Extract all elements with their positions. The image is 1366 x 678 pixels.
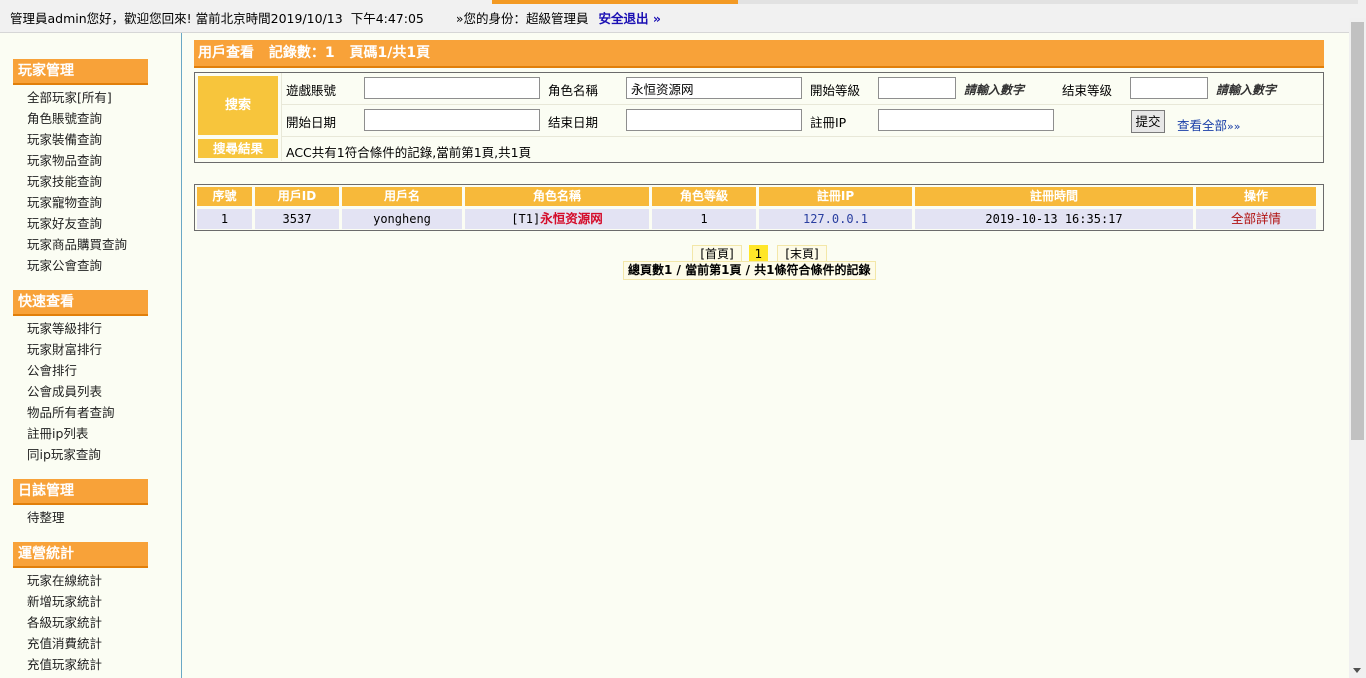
- top-bar: 管理員admin您好，歡迎您回來! 當前北京時間2019/10/13 下午4:4…: [0, 0, 1366, 33]
- view-all-label: 查看全部: [1177, 118, 1228, 133]
- sidebar-item-pet-query[interactable]: 玩家寵物查詢: [27, 192, 127, 213]
- top-accent-strip: [492, 0, 738, 4]
- sidebar-item-guild-members[interactable]: 公會成員列表: [27, 381, 115, 402]
- sidebar-item-wealth-ranking[interactable]: 玩家財富排行: [27, 339, 115, 360]
- sidebar-item-item-owner-query[interactable]: 物品所有者查詢: [27, 402, 115, 423]
- start-date-label: 開始日期: [286, 115, 337, 130]
- scrollbar-thumb[interactable]: [1351, 22, 1364, 440]
- menu-header-quick-view[interactable]: 快速查看: [13, 290, 148, 316]
- cell-action: 全部詳情: [1196, 209, 1316, 229]
- menu-group-quick-view: 玩家等級排行 玩家財富排行 公會排行 公會成員列表 物品所有者查詢 註冊ip列表…: [27, 318, 115, 465]
- pagination-summary: 總頁數1 / 當前第1頁 / 共1條符合條件的記錄: [623, 261, 876, 280]
- cell-user-id: 3537: [255, 209, 339, 229]
- end-date-label: 结束日期: [548, 115, 599, 130]
- users-table: 序號 用戶ID 用戶名 角色名稱 角色等級 註冊IP 註冊時間 操作 1 353…: [194, 184, 1324, 231]
- menu-header-log-management[interactable]: 日誌管理: [13, 479, 148, 505]
- start-date-input[interactable]: [364, 109, 540, 131]
- sidebar-item-reg-ip-list[interactable]: 註冊ip列表: [27, 423, 115, 444]
- table-header-row: 序號 用戶ID 用戶名 角色名稱 角色等級 註冊IP 註冊時間 操作: [197, 187, 1321, 206]
- result-label: 搜尋結果: [198, 139, 278, 158]
- sidebar-item-recharge-player-stats[interactable]: 充值玩家統計: [27, 654, 102, 675]
- search-panel: 搜索 遊戲賬號 角色名稱 開始等級 請輸入數字 结束等级 請輸入數字 開始日期 …: [194, 72, 1324, 163]
- submit-button[interactable]: 提交: [1131, 110, 1165, 133]
- cell-username: yongheng: [342, 209, 462, 229]
- record-count: 記錄數：1: [268, 45, 335, 61]
- sidebar-item-skill-query[interactable]: 玩家技能查詢: [27, 171, 127, 192]
- col-header-username: 用戶名: [342, 187, 462, 206]
- end-level-hint: 請輸入數字: [1216, 83, 1277, 97]
- col-header-user-id: 用戶ID: [255, 187, 339, 206]
- main-content: 用戶查看 記錄數：1 頁碼1/共1頁 搜索 遊戲賬號 角色名稱 開始等級 請輸入…: [194, 40, 1324, 163]
- start-level-input[interactable]: [878, 77, 956, 99]
- sidebar-item-new-player-stats[interactable]: 新增玩家統計: [27, 591, 102, 612]
- cell-role-name: [T1]永恒资源网: [465, 209, 649, 229]
- col-header-role-name: 角色名稱: [465, 187, 649, 206]
- top-status-line: 管理員admin您好，歡迎您回來! 當前北京時間2019/10/13 下午4:4…: [10, 8, 661, 27]
- reg-ip-input[interactable]: [878, 109, 1054, 131]
- cell-reg-time: 2019-10-13 16:35:17: [915, 209, 1193, 229]
- col-header-reg-time: 註冊時間: [915, 187, 1193, 206]
- menu-header-player-management[interactable]: 玩家管理: [13, 59, 148, 85]
- sidebar-item-all-players[interactable]: 全部玩家[所有]: [27, 87, 127, 108]
- sidebar-item-same-ip-query[interactable]: 同ip玩家查詢: [27, 444, 115, 465]
- view-all-arrows: »»: [1227, 120, 1241, 133]
- sidebar: 玩家管理 全部玩家[所有] 角色賬號查詢 玩家裝備查詢 玩家物品查詢 玩家技能查…: [0, 33, 182, 678]
- page-title-bar: 用戶查看 記錄數：1 頁碼1/共1頁: [194, 40, 1324, 68]
- end-level-label: 结束等级: [1062, 83, 1113, 98]
- sidebar-item-level-ranking[interactable]: 玩家等級排行: [27, 318, 115, 339]
- sidebar-item-role-account-query[interactable]: 角色賬號查詢: [27, 108, 127, 129]
- reg-ip-label: 註冊IP: [810, 115, 847, 130]
- col-header-reg-ip: 註冊IP: [759, 187, 912, 206]
- game-account-label: 遊戲賬號: [286, 83, 337, 98]
- details-link[interactable]: 全部詳情: [1231, 211, 1281, 226]
- cell-role-level: 1: [652, 209, 756, 229]
- end-date-input[interactable]: [626, 109, 802, 131]
- start-level-label: 開始等級: [810, 83, 861, 98]
- greeting-text: 管理員admin您好，歡迎您回來! 當前北京時間2019/10/13: [10, 11, 343, 26]
- sidebar-item-friend-query[interactable]: 玩家好友查詢: [27, 213, 127, 234]
- cell-index: 1: [197, 209, 252, 229]
- menu-group-log-management: 待整理: [27, 507, 65, 528]
- menu-header-operations-stats[interactable]: 運營統計: [13, 542, 148, 568]
- col-header-role-level: 角色等級: [652, 187, 756, 206]
- page-title: 用戶查看: [198, 45, 254, 61]
- sidebar-item-item-query[interactable]: 玩家物品查詢: [27, 150, 127, 171]
- page-info: 頁碼1/共1頁: [349, 45, 431, 61]
- role-name-label: 角色名稱: [548, 83, 599, 98]
- sidebar-item-online-stats[interactable]: 玩家在線統計: [27, 570, 102, 591]
- divider: [281, 73, 282, 161]
- identity-text: »您的身份：超級管理員: [455, 11, 589, 26]
- end-level-input[interactable]: [1130, 77, 1208, 99]
- role-name-input[interactable]: [626, 77, 802, 99]
- sidebar-item-equipment-query[interactable]: 玩家裝備查詢: [27, 129, 127, 150]
- sidebar-item-pending[interactable]: 待整理: [27, 507, 65, 528]
- sidebar-item-guild-ranking[interactable]: 公會排行: [27, 360, 115, 381]
- menu-group-operations-stats: 玩家在線統計 新增玩家統計 各級玩家統計 充值消費統計 充值玩家統計: [27, 570, 102, 675]
- top-gray-strip: [738, 0, 1358, 4]
- col-header-action: 操作: [1196, 187, 1316, 206]
- game-account-input[interactable]: [364, 77, 540, 99]
- search-label: 搜索: [198, 76, 278, 135]
- current-time: 下午4:47:05: [350, 11, 424, 26]
- logout-link[interactable]: 安全退出 »: [599, 11, 661, 26]
- result-summary: ACC共有1符合條件的記錄,當前第1頁,共1頁: [286, 145, 532, 160]
- pagination: [首頁] 1 [末頁] 總頁數1 / 當前第1頁 / 共1條符合條件的記錄: [0, 245, 1366, 285]
- scroll-down-icon[interactable]: [1353, 668, 1361, 673]
- view-all-link[interactable]: 查看全部»»: [1177, 115, 1240, 134]
- table-row: 1 3537 yongheng [T1]永恒资源网 1 127.0.0.1 20…: [197, 209, 1321, 229]
- role-name-link[interactable]: 永恒资源网: [540, 211, 603, 226]
- vertical-scrollbar[interactable]: [1349, 18, 1366, 678]
- cell-reg-ip: 127.0.0.1: [759, 209, 912, 229]
- sidebar-item-recharge-consume-stats[interactable]: 充值消費統計: [27, 633, 102, 654]
- sidebar-item-level-player-stats[interactable]: 各級玩家統計: [27, 612, 102, 633]
- col-header-index: 序號: [197, 187, 252, 206]
- divider: [281, 104, 1323, 105]
- divider: [281, 136, 1323, 137]
- role-prefix: [T1]: [511, 212, 541, 226]
- start-level-hint: 請輸入數字: [964, 83, 1025, 97]
